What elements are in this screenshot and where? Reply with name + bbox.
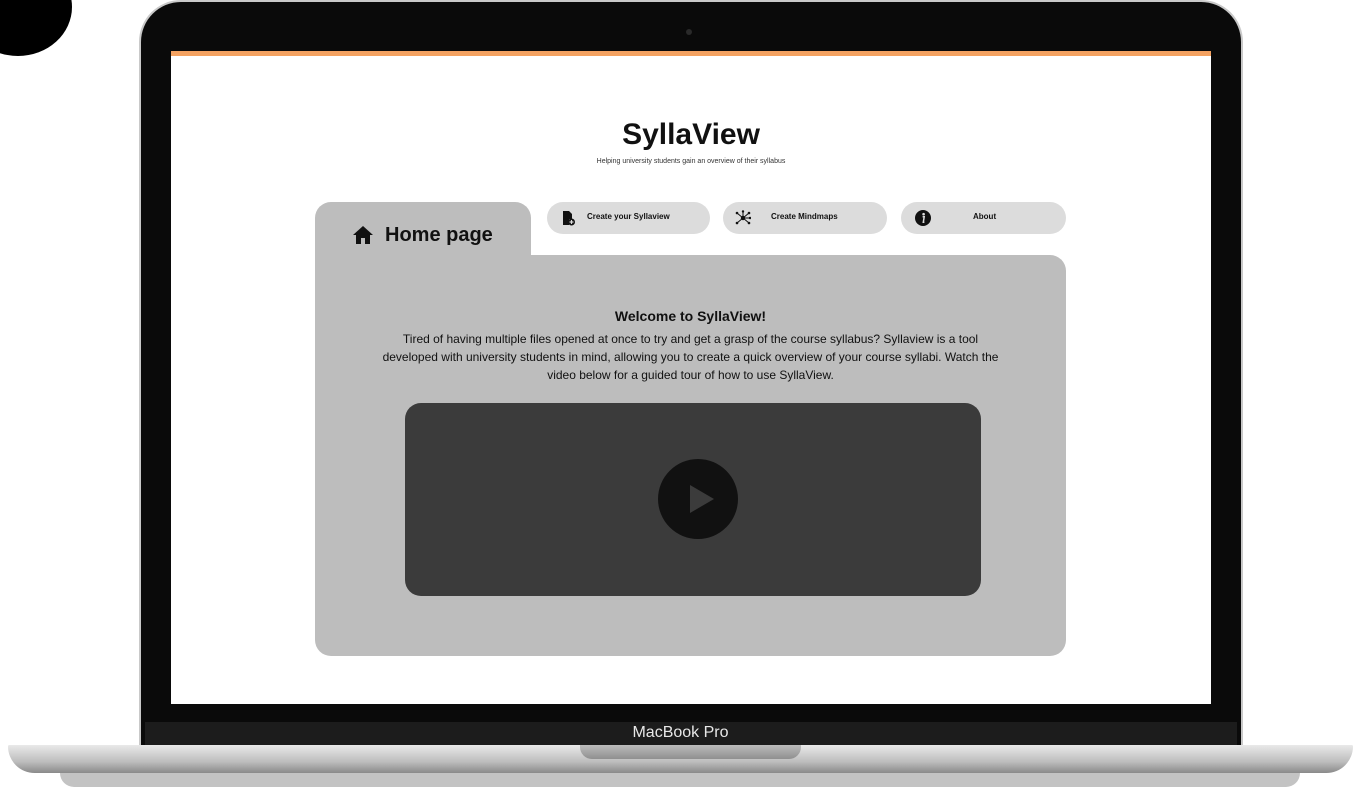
accent-bar <box>171 51 1211 56</box>
laptop-notch <box>580 745 801 759</box>
info-icon <box>915 210 931 226</box>
create-syllaview-label: Create your Syllaview <box>587 212 670 221</box>
welcome-text: Tired of having multiple files opened at… <box>382 332 999 382</box>
home-icon <box>353 226 373 244</box>
welcome-heading: Welcome to SyllaView! <box>614 308 767 324</box>
app-subtitle: Helping university students gain an over… <box>596 158 786 165</box>
about-label: About <box>973 212 997 221</box>
content-panel: Welcome to SyllaView! Tired of having mu… <box>315 255 1066 656</box>
corner-badge <box>0 0 72 56</box>
play-button[interactable] <box>658 459 738 539</box>
create-mindmaps-button[interactable]: Create Mindmaps <box>723 202 887 234</box>
tab-home-label: Home page <box>385 224 493 246</box>
camera-dot <box>686 29 692 35</box>
create-mindmaps-label: Create Mindmaps <box>771 212 838 221</box>
video-player[interactable] <box>405 403 981 596</box>
play-icon <box>690 485 714 513</box>
about-button[interactable]: About <box>901 202 1066 234</box>
document-add-icon <box>563 211 575 226</box>
mindmap-icon <box>735 210 751 225</box>
device-label: MacBook Pro <box>632 724 729 741</box>
create-syllaview-button[interactable]: Create your Syllaview <box>547 202 710 234</box>
app-title: SyllaView <box>622 118 760 151</box>
laptop-base-shadow <box>60 773 1300 787</box>
app-screen: SyllaView Helping university students ga… <box>171 51 1211 704</box>
